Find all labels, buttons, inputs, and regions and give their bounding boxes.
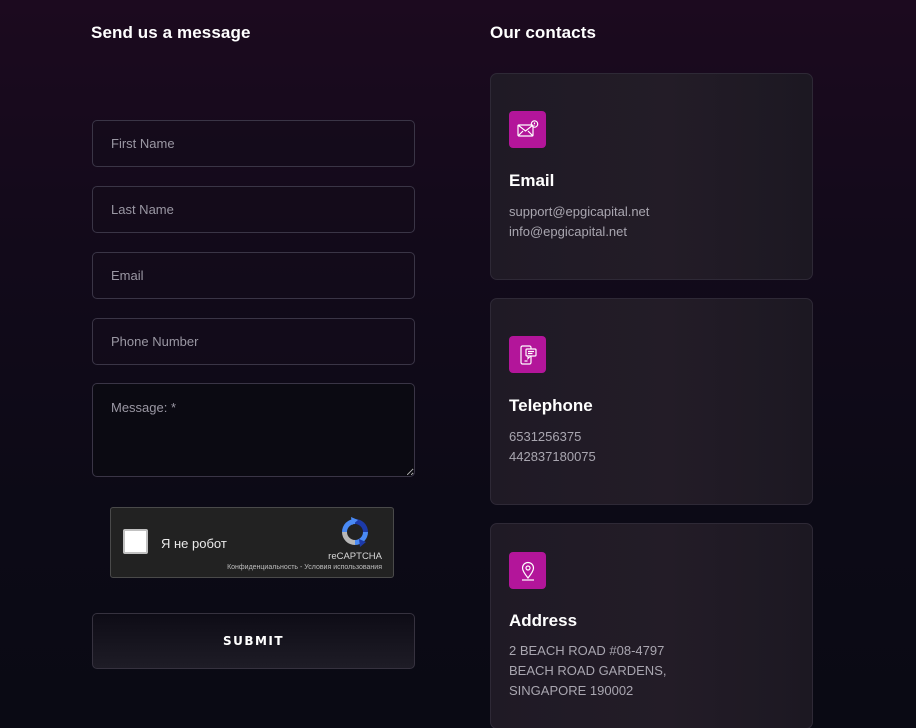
contact-card-address: Address 2 BEACH ROAD #08-4797 BEACH ROAD… — [490, 523, 813, 728]
location-pin-icon — [509, 552, 546, 589]
recaptcha-brand: reCAPTCHA — [328, 551, 382, 562]
message-textarea[interactable] — [92, 383, 415, 477]
email-support-link[interactable]: support@epgicapital.net — [509, 202, 649, 222]
recaptcha-privacy-terms-links[interactable]: Конфиденциальность - Условия использован… — [227, 564, 382, 571]
address-line: SINGAPORE 190002 — [509, 683, 634, 698]
submit-button[interactable]: SUBMIT — [92, 613, 415, 669]
card-title: Telephone — [509, 396, 593, 415]
email-input[interactable] — [92, 252, 415, 299]
card-title: Address — [509, 611, 578, 630]
contacts-heading: Our contacts — [490, 23, 597, 42]
phone-number-link[interactable]: 6531256375 — [509, 427, 596, 447]
mail-icon — [509, 111, 546, 148]
recaptcha-widget: Я не робот reCAPTCHA Конфиденциальность … — [110, 507, 394, 578]
card-lines: support@epgicapital.net info@epgicapital… — [509, 202, 649, 242]
recaptcha-label: Я не робот — [161, 536, 227, 551]
mobile-chat-icon — [509, 336, 546, 373]
form-heading: Send us a message — [91, 23, 251, 42]
recaptcha-logo-icon — [342, 517, 368, 547]
first-name-input[interactable] — [92, 120, 415, 167]
contact-card-telephone: Telephone 6531256375 442837180075 — [490, 298, 813, 505]
card-lines: 6531256375 442837180075 — [509, 427, 596, 467]
card-title: Email — [509, 171, 555, 190]
phone-number-input[interactable] — [92, 318, 415, 365]
phone-number-link[interactable]: 442837180075 — [509, 447, 596, 467]
last-name-input[interactable] — [92, 186, 415, 233]
card-lines: 2 BEACH ROAD #08-4797 BEACH ROAD GARDENS… — [509, 641, 666, 701]
contact-card-email: Email support@epgicapital.net info@epgic… — [490, 73, 813, 280]
address-line: 2 BEACH ROAD #08-4797 — [509, 643, 665, 658]
email-info-link[interactable]: info@epgicapital.net — [509, 222, 649, 242]
recaptcha-checkbox[interactable] — [123, 529, 148, 554]
address-line: BEACH ROAD GARDENS, — [509, 663, 667, 678]
